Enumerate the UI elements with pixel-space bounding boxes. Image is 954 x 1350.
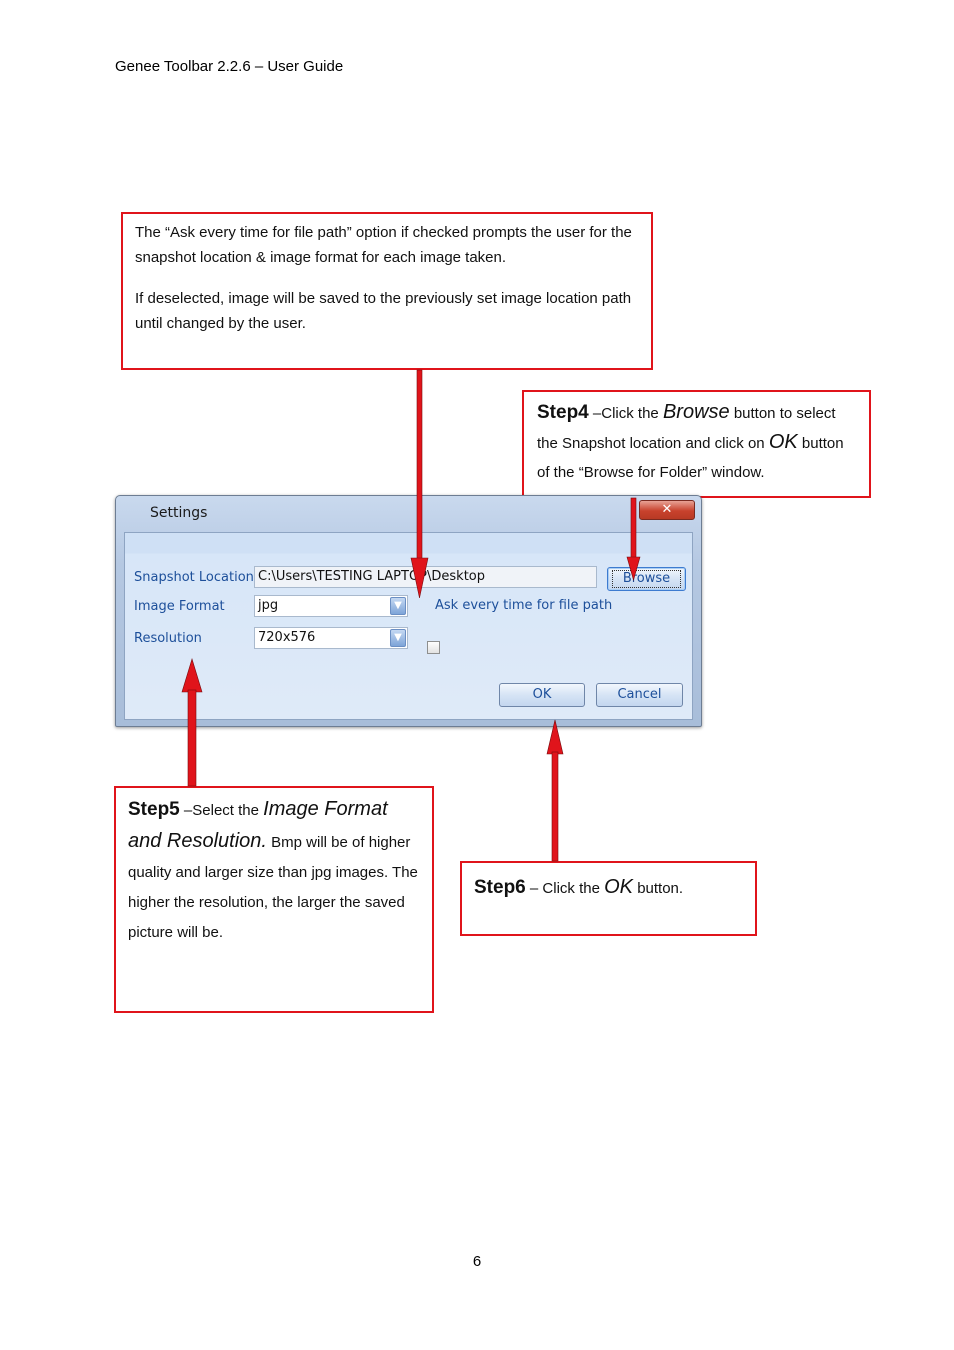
arrow-to-checkbox bbox=[410, 369, 429, 599]
callout-arrows bbox=[181, 369, 641, 862]
arrow-to-ok bbox=[546, 719, 564, 862]
page-number: 6 bbox=[472, 1253, 482, 1270]
arrow-to-resolution bbox=[181, 657, 203, 787]
arrow-to-browse bbox=[626, 497, 641, 582]
